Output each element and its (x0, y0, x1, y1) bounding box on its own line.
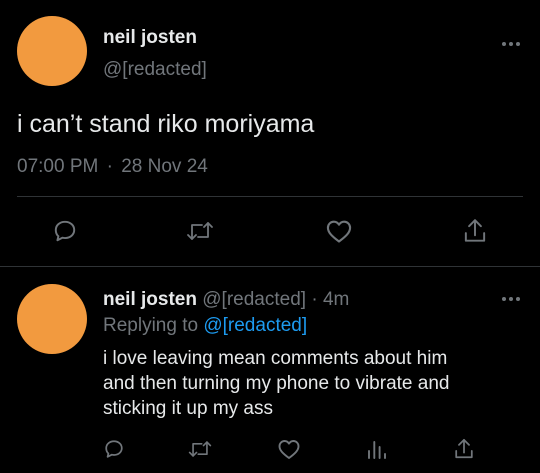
reply-icon[interactable] (101, 436, 127, 462)
analytics-icon[interactable] (364, 436, 390, 462)
retweet-icon[interactable] (184, 216, 216, 246)
avatar[interactable] (17, 284, 87, 354)
reply-icon[interactable] (50, 216, 80, 246)
tweet-text: i can’t stand riko moriyama (17, 110, 315, 138)
tweet-date: 28 Nov 24 (121, 156, 208, 177)
heart-icon[interactable] (276, 436, 302, 462)
tweet-text: i love leaving mean comments about him a… (103, 346, 449, 421)
tweet-text-line: i love leaving mean comments about him (103, 348, 448, 369)
timestamp[interactable]: 07:00 PM · 28 Nov 24 (17, 155, 208, 179)
display-name[interactable]: neil josten (103, 26, 197, 50)
divider (17, 196, 523, 197)
divider (0, 266, 540, 267)
tweet-text-line: sticking it up my ass (103, 398, 273, 419)
reply-header: neil josten @[redacted] · 4m (103, 288, 349, 312)
retweet-icon[interactable] (186, 436, 214, 462)
avatar[interactable] (17, 16, 87, 86)
heart-icon[interactable] (324, 216, 354, 246)
display-name[interactable]: neil josten (103, 289, 197, 310)
tweet-age[interactable]: 4m (323, 289, 349, 310)
separator: · (311, 289, 318, 310)
share-icon[interactable] (460, 216, 490, 246)
more-horizontal-icon[interactable] (502, 297, 520, 301)
handle[interactable]: @[redacted] (103, 58, 207, 82)
tweet-text-line: and then turning my phone to vibrate and (103, 373, 450, 394)
replying-to-handle[interactable]: @[redacted] (203, 315, 307, 336)
handle[interactable]: @[redacted] (202, 289, 306, 310)
more-horizontal-icon[interactable] (502, 42, 520, 46)
replying-to-label: Replying to (103, 315, 199, 336)
tweet-time: 07:00 PM (17, 156, 99, 177)
share-icon[interactable] (451, 435, 477, 463)
replying-to: Replying to @[redacted] (103, 314, 307, 338)
separator: · (106, 156, 113, 177)
